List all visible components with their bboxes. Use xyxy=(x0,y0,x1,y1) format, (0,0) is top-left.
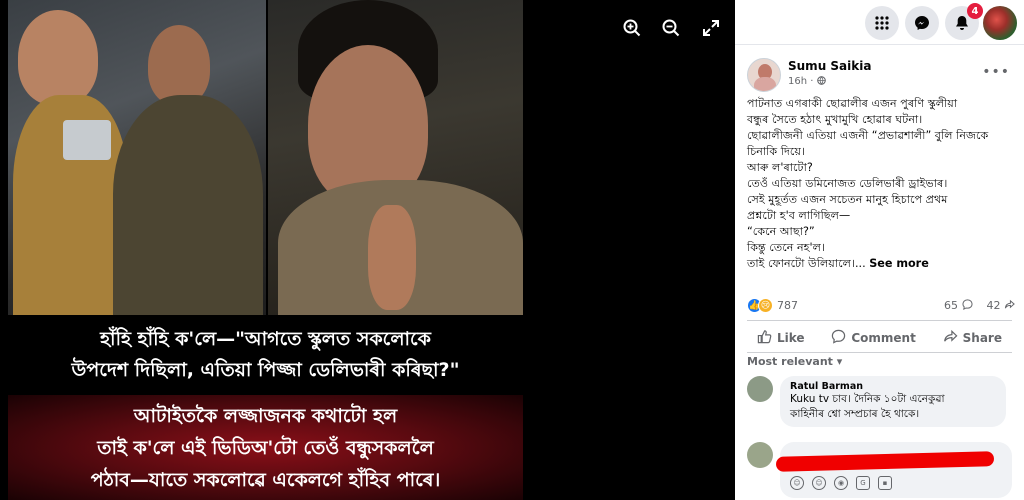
see-more-link[interactable]: See more xyxy=(869,257,929,270)
comment-bubble: Ratul Barman Kuku tv চাব। দৈনিক ১০টা এনে… xyxy=(780,376,1006,427)
chevron-down-icon: ▾ xyxy=(836,355,843,368)
gif-icon[interactable]: G xyxy=(856,476,870,490)
reactions-bar: 👍 😢 787 65 42 xyxy=(747,298,1015,314)
comment-input[interactable]: ☺ ☺ ◉ G ▪ xyxy=(775,442,1012,498)
man-body xyxy=(113,95,263,315)
post-line: ছোৱালীজনী এতিয়া এজনী “প্ৰভাৱশালী” বুলি … xyxy=(747,129,989,142)
bell-icon[interactable]: 4 xyxy=(945,3,983,40)
post-actions: Like Comment Share xyxy=(747,327,1012,349)
comment-count-group[interactable]: 65 xyxy=(944,298,973,313)
notification-badge: 4 xyxy=(967,3,983,19)
comment-button[interactable]: Comment xyxy=(821,327,925,349)
post-line: প্ৰশ্নটো হ'ব লাগিছিল— xyxy=(747,209,851,222)
post-line: তেওঁ এতিয়া ডমিনোজত ডেলিভাৰী ড্ৰাইভাৰ। xyxy=(747,177,948,190)
sad-reaction-icon: 😢 xyxy=(758,298,773,313)
post-panel: 4 Sumu Saikia 16h · ••• পাটনাত এগৰাকী ছো… xyxy=(735,0,1024,500)
post-line-last: তাই ফোনটো উলিয়ালে।... See more xyxy=(747,256,1015,272)
engagement-counts: 65 42 xyxy=(944,298,1015,313)
avatar-sticker-icon[interactable]: ☺ xyxy=(790,476,804,490)
emoji-icon[interactable]: ☺ xyxy=(812,476,826,490)
photo-viewer: হাঁহি হাঁহি ক'লে—"আগতে স্কুলত সকলোকে উপদ… xyxy=(0,0,735,500)
photo-right xyxy=(268,0,523,315)
comment-icon xyxy=(831,329,846,347)
redaction-mark xyxy=(775,451,995,472)
zoom-out-icon[interactable] xyxy=(657,14,685,42)
thumbs-up-icon xyxy=(757,329,772,347)
post-line: তাই ফোনটো উলিয়ালে।... xyxy=(747,257,866,270)
zoom-in-icon[interactable] xyxy=(618,14,646,42)
author-name[interactable]: Sumu Saikia xyxy=(788,59,871,73)
sticker-icon[interactable]: ▪ xyxy=(878,476,892,490)
top-bar: 4 xyxy=(735,0,1024,45)
profile-avatar[interactable] xyxy=(983,6,1017,40)
comment-bubble-icon xyxy=(961,299,973,312)
post-line: “কেনে আছা?” xyxy=(747,225,815,238)
man-head xyxy=(148,25,210,105)
post-text: পাটনাত এগৰাকী ছোৱালীৰ এজন পুৰণি স্কুলীয়… xyxy=(747,96,1015,272)
globe-icon xyxy=(816,76,826,87)
post-line: বন্ধুৰ সৈতে হঠাৎ মুখামুখি হোৱাৰ ঘটনা। xyxy=(747,113,923,126)
caption-line: পঠাব—যাতে সকলোৱে একেলগে হাঁহিব পাৰে। xyxy=(90,468,441,491)
post-line: আৰু ল'ৰাটো? xyxy=(747,161,813,174)
reaction-icons[interactable]: 👍 😢 787 xyxy=(747,298,798,313)
post-line: সেই মুহূৰ্তত এজন সচেতন মানুহ হিচাপে প্ৰথ… xyxy=(747,193,948,206)
caption-line: উপদেশ দিছিলা, এতিয়া পিজ্জা ডেলিভাৰী কৰি… xyxy=(71,359,460,381)
phone xyxy=(63,120,111,160)
post: Sumu Saikia 16h · ••• পাটনাত এগৰাকী ছোৱা… xyxy=(735,46,1024,500)
divider xyxy=(747,320,1012,321)
share-button[interactable]: Share xyxy=(933,327,1012,349)
comment-sort-dropdown[interactable]: Most relevant ▾ xyxy=(747,355,842,368)
comment-label: Comment xyxy=(851,331,916,345)
share-count-group[interactable]: 42 xyxy=(987,298,1016,313)
camera-icon[interactable]: ◉ xyxy=(834,476,848,490)
comment-composer: ☺ ☺ ◉ G ▪ xyxy=(747,442,1017,500)
caption-line: তাই ক'লে এই ভিডিঅ'টো তেওঁ বন্ধুসকললৈ xyxy=(97,436,434,459)
post-line: পাটনাত এগৰাকী ছোৱালীৰ এজন পুৰণি স্কুলীয়… xyxy=(747,97,958,110)
user-avatar xyxy=(747,442,773,468)
photo-left xyxy=(8,0,266,315)
commenter-name[interactable]: Ratul Barman xyxy=(790,381,996,392)
comment-text-line: Kuku tv চাব। দৈনিক ১০টা এনেকুৱা xyxy=(790,393,945,405)
share-icon xyxy=(943,329,958,347)
share-count: 42 xyxy=(986,299,1001,312)
woman-head xyxy=(18,10,98,105)
sort-label: Most relevant xyxy=(747,355,833,368)
caption-bottom: আটাইতকৈ লজ্জাজনক কথাটো হল তাই ক'লে এই ভি… xyxy=(8,395,523,500)
reaction-count[interactable]: 787 xyxy=(777,298,798,313)
expand-icon[interactable] xyxy=(697,14,725,42)
caption-top: হাঁহি হাঁহি ক'লে—"আগতে স্কুলত সকলোকে উপদ… xyxy=(8,315,523,395)
divider xyxy=(747,352,1012,353)
folded-hands xyxy=(368,205,416,310)
caption-line: হাঁহি হাঁহি ক'লে—"আগতে স্কুলত সকলোকে xyxy=(100,328,431,350)
caption-line: আটাইতকৈ লজ্জাজনক কথাটো হল xyxy=(133,404,398,427)
grid-menu-icon[interactable] xyxy=(865,6,899,40)
post-meta: 16h · xyxy=(788,76,826,87)
more-options-icon[interactable]: ••• xyxy=(982,64,1010,80)
messenger-icon[interactable] xyxy=(905,6,939,40)
post-time[interactable]: 16h · xyxy=(788,76,813,87)
avatar[interactable] xyxy=(747,58,781,92)
share-label: Share xyxy=(962,331,1002,345)
post-line: চিনাকি দিয়ে। xyxy=(747,145,805,158)
like-button[interactable]: Like xyxy=(747,327,815,349)
comment-text-line: কাহিনীৰ শ্বো সম্প্ৰচাৰ হৈ থাকে। xyxy=(790,408,920,420)
comment-count: 65 xyxy=(944,299,958,312)
share-arrow-icon xyxy=(1004,299,1015,312)
composer-tools: ☺ ☺ ◉ G ▪ xyxy=(790,476,892,490)
commenter-avatar[interactable] xyxy=(747,376,773,402)
post-line: কিন্তু তেনে নহ'ল। xyxy=(747,241,825,254)
like-label: Like xyxy=(777,331,805,345)
